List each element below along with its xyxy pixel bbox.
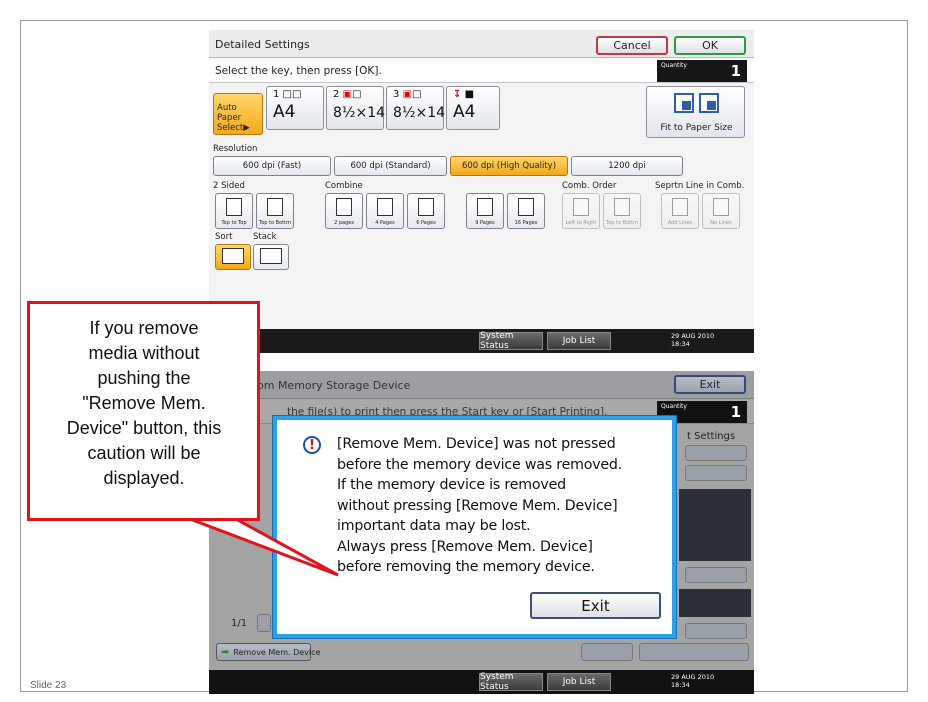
callout-box: If you remove media without pushing the … <box>27 301 260 521</box>
resolution-high-quality-button[interactable]: 600 dpi (High Quality) <box>450 156 568 176</box>
combine-16-icon <box>518 198 534 216</box>
callout-text: If you remove media without pushing the … <box>66 318 222 488</box>
sort-icon <box>222 248 244 264</box>
settings-option-button[interactable] <box>685 567 747 583</box>
instruction-text: Select the key, then press [OK]. <box>215 65 382 77</box>
ok-button[interactable]: OK <box>674 36 746 55</box>
status-bar: System Status Job List 29 AUG 2010 18:34 <box>209 670 754 694</box>
no-lines-icon <box>713 198 729 216</box>
tray-2-button[interactable]: 2 ▣□ 8½×14 <box>326 86 386 130</box>
sort-button[interactable] <box>215 244 251 270</box>
fit-to-paper-icon <box>674 93 719 113</box>
settings-option-button[interactable] <box>685 465 747 481</box>
stack-label: Stack <box>253 232 277 242</box>
system-status-button[interactable]: System Status <box>479 672 543 692</box>
tray-number: 1 □□ <box>273 89 302 100</box>
remove-device-icon: ➦ <box>221 646 230 658</box>
tray-number: 2 ▣□ <box>333 89 362 100</box>
comb-order-label: Comb. Order <box>562 181 617 191</box>
order-left-to-right-button[interactable]: Left to Right <box>562 193 600 229</box>
two-sided-label: 2 Sided <box>213 181 245 191</box>
resolution-standard-button[interactable]: 600 dpi (Standard) <box>334 156 447 176</box>
settings-option-button[interactable] <box>685 623 747 639</box>
combine-16-pages-button[interactable]: 16 Pages <box>507 193 545 229</box>
combine-4-pages-button[interactable]: 4 Pages <box>366 193 404 229</box>
order-top-bottom-icon <box>614 198 630 216</box>
dialog-exit-button[interactable]: Exit <box>530 592 661 619</box>
resolution-label: Resolution <box>213 144 258 154</box>
sort-label: Sort <box>215 232 233 242</box>
top-to-top-button[interactable]: Top to Top <box>215 193 253 229</box>
combine-2-pages-button[interactable]: 2 pages <box>325 193 363 229</box>
combine-9-icon <box>477 198 493 216</box>
auto-paper-label: Auto Paper Select▶ <box>217 103 250 133</box>
tray-size: 8½×14 <box>333 105 386 121</box>
top-to-top-icon <box>226 198 242 216</box>
job-list-button[interactable]: Job List <box>547 332 611 350</box>
resolution-1200-button[interactable]: 1200 dpi <box>571 156 683 176</box>
no-lines-button[interactable]: No Lines <box>702 193 740 229</box>
settings-option-button[interactable] <box>685 445 747 461</box>
job-list-button[interactable]: Job List <box>547 673 611 691</box>
combine-6-pages-button[interactable]: 6 Pages <box>407 193 445 229</box>
quantity-label: Quantity <box>661 403 687 410</box>
fit-to-paper-size-button[interactable]: Fit to Paper Size <box>646 86 745 138</box>
preview-area <box>679 489 751 561</box>
panel-header: om Memory Storage Device Exit <box>209 371 754 399</box>
tray-size: A4 <box>273 102 296 122</box>
cancel-button[interactable]: Cancel <box>596 36 668 55</box>
tray-1-button[interactable]: 1 □□ A4 <box>266 86 324 130</box>
stack-button[interactable] <box>253 244 289 270</box>
start-printing-button[interactable] <box>639 643 749 661</box>
fit-to-paper-label: Fit to Paper Size <box>660 123 733 133</box>
scroll-down-button[interactable] <box>581 643 633 661</box>
add-lines-button[interactable]: Add Lines <box>661 193 699 229</box>
separation-line-label: Seprtn Line in Comb. <box>655 181 745 191</box>
tray-number: 3 ▣□ <box>393 89 422 100</box>
system-status-button[interactable]: System Status <box>479 331 543 351</box>
bypass-tray-button[interactable]: ↧ ■ A4 <box>446 86 500 130</box>
info-area <box>679 589 751 617</box>
combine-6-icon <box>418 198 434 216</box>
slide-number: Slide 23 <box>30 680 67 691</box>
caution-message: [Remove Mem. Device] was not pressed bef… <box>337 436 623 575</box>
remove-mem-device-button[interactable]: ➦ Remove Mem. Device <box>216 643 320 661</box>
panel-title: om Memory Storage Device <box>257 379 411 392</box>
order-left-right-icon <box>573 198 589 216</box>
caution-dialog: ! [Remove Mem. Device] was not pressed b… <box>273 416 676 638</box>
print-settings-label: t Settings <box>687 431 736 442</box>
exit-button[interactable]: Exit <box>674 375 746 394</box>
top-to-bottom-button[interactable]: Top to Bottm <box>256 193 294 229</box>
tray-size: A4 <box>453 102 476 122</box>
quantity-label: Quantity <box>661 62 687 69</box>
status-bar: System Status Job List 29 AUG 2010 18:34 <box>209 329 754 353</box>
panel-header: Detailed Settings Cancel OK <box>209 30 754 58</box>
quantity-value: 1 <box>730 403 741 421</box>
page-prev-button[interactable] <box>257 614 271 632</box>
combine-4-icon <box>377 198 393 216</box>
tray-size: 8½×14 <box>393 105 446 121</box>
date-time-display: 29 AUG 2010 18:34 <box>671 332 715 348</box>
combine-9-pages-button[interactable]: 9 Pages <box>466 193 504 229</box>
top-to-bottom-icon <box>267 198 283 216</box>
combine-2-icon <box>336 198 352 216</box>
warning-icon: ! <box>303 436 321 454</box>
add-lines-icon <box>672 198 688 216</box>
combine-label: Combine <box>325 181 363 191</box>
panel-title: Detailed Settings <box>215 38 310 51</box>
auto-paper-select-button[interactable]: Auto Paper Select▶ <box>213 93 263 135</box>
resolution-fast-button[interactable]: 600 dpi (Fast) <box>213 156 331 176</box>
tray-3-button[interactable]: 3 ▣□ 8½×14 <box>386 86 446 130</box>
page-indicator: 1/1 <box>231 618 248 629</box>
quantity-display: Quantity 1 <box>657 60 747 82</box>
detailed-settings-panel: Detailed Settings Cancel OK Select the k… <box>209 30 754 353</box>
quantity-value: 1 <box>730 62 741 80</box>
bypass-icon: ↧ ■ <box>453 89 475 100</box>
order-top-to-bottom-button[interactable]: Top to Bottm <box>603 193 641 229</box>
date-time-display: 29 AUG 2010 18:34 <box>671 673 715 689</box>
stack-icon <box>260 248 282 264</box>
